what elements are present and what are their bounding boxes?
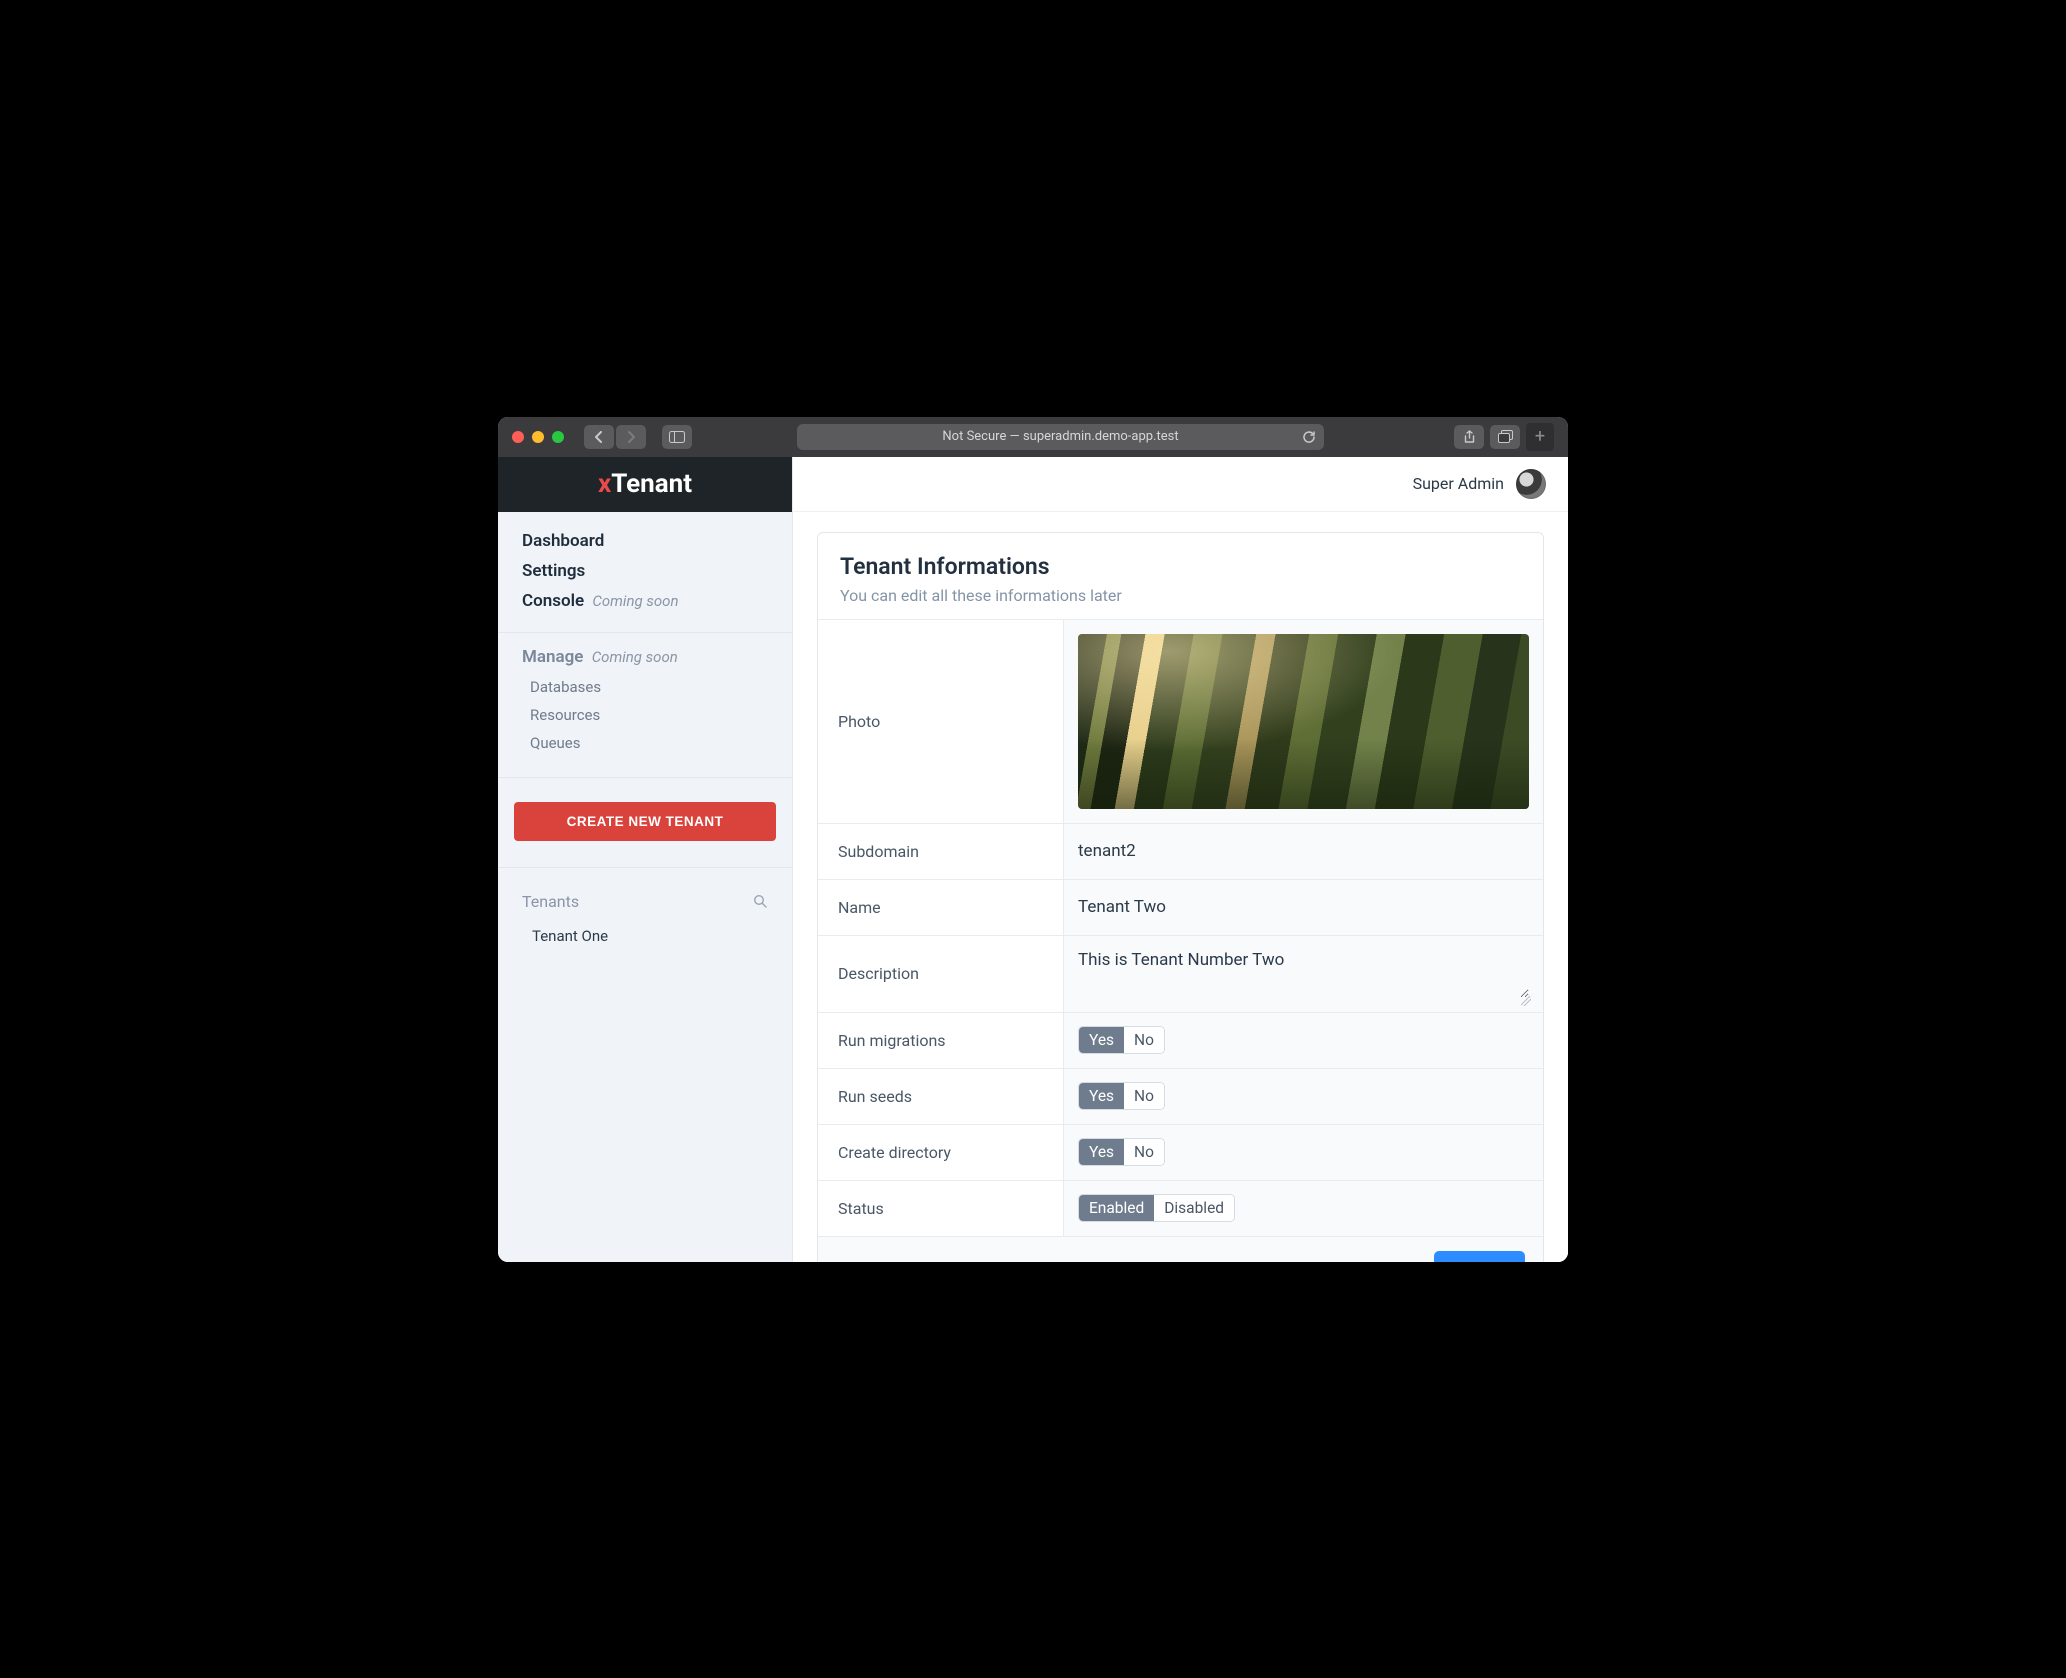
field-create-directory: Create directory Yes No — [818, 1124, 1543, 1180]
label-status: Status — [818, 1181, 1063, 1236]
field-name: Name — [818, 879, 1543, 935]
tenants-list-header: Tenants — [498, 882, 792, 919]
content: Tenant Informations You can edit all the… — [793, 512, 1568, 1262]
tabs-button[interactable] — [1490, 425, 1520, 449]
field-run-seeds: Run seeds Yes No — [818, 1068, 1543, 1124]
toggle-enabled[interactable]: Enabled — [1079, 1195, 1154, 1221]
close-window-button[interactable] — [512, 431, 524, 443]
create-button[interactable]: Create — [1434, 1251, 1525, 1262]
search-icon — [753, 894, 768, 909]
label-description: Description — [818, 936, 1063, 1012]
reload-button[interactable] — [1302, 430, 1316, 444]
toggle-run-seeds: Yes No — [1078, 1082, 1165, 1110]
brand-name: Tenant — [611, 469, 692, 499]
topbar: Super Admin — [793, 457, 1568, 512]
current-user-name[interactable]: Super Admin — [1413, 474, 1504, 493]
field-run-migrations: Run migrations Yes No — [818, 1012, 1543, 1068]
tenants-heading-label: Tenants — [522, 892, 579, 911]
label-run-seeds: Run seeds — [818, 1069, 1063, 1124]
toggle-create-directory: Yes No — [1078, 1138, 1165, 1166]
label-run-migrations: Run migrations — [818, 1013, 1063, 1068]
window-controls — [512, 431, 564, 443]
coming-soon-badge: Coming soon — [592, 648, 678, 666]
nav-resources[interactable]: Resources — [522, 701, 768, 729]
brand-x: x — [598, 469, 611, 499]
nav-manage-label: Manage — [522, 647, 583, 667]
nav-console[interactable]: Console Coming soon — [522, 586, 768, 616]
tenant-form-card: Tenant Informations You can edit all the… — [817, 532, 1544, 1262]
subdomain-input[interactable] — [1078, 841, 1529, 861]
coming-soon-badge: Coming soon — [592, 592, 678, 610]
minimize-window-button[interactable] — [532, 431, 544, 443]
tenants-list: Tenant One — [498, 919, 792, 953]
toggle-no[interactable]: No — [1124, 1027, 1164, 1053]
sidebar-toggle-button[interactable] — [662, 425, 692, 449]
toggle-yes[interactable]: Yes — [1079, 1027, 1124, 1053]
reload-icon — [1302, 430, 1316, 444]
back-button[interactable] — [584, 425, 614, 449]
primary-nav: Dashboard Settings Console Coming soon — [498, 512, 792, 626]
card-header: Tenant Informations You can edit all the… — [818, 533, 1543, 619]
create-new-tenant-button[interactable]: CREATE NEW TENANT — [514, 802, 776, 841]
url-bar[interactable]: Not Secure — superadmin.demo-app.test — [797, 424, 1324, 450]
toggle-run-migrations: Yes No — [1078, 1026, 1165, 1054]
chevron-left-icon — [594, 431, 604, 443]
description-input[interactable] — [1078, 946, 1529, 998]
divider — [498, 867, 792, 868]
share-icon — [1463, 430, 1476, 444]
nav-databases[interactable]: Databases — [522, 673, 768, 701]
avatar[interactable] — [1516, 469, 1546, 499]
label-subdomain: Subdomain — [818, 824, 1063, 879]
tenant-list-item[interactable]: Tenant One — [498, 919, 792, 953]
toggle-no[interactable]: No — [1124, 1083, 1164, 1109]
sidebar-icon — [669, 431, 685, 443]
card-footer: Create — [818, 1236, 1543, 1262]
share-button[interactable] — [1454, 425, 1484, 449]
field-status: Status Enabled Disabled — [818, 1180, 1543, 1236]
main-area: Super Admin Tenant Informations You can … — [793, 457, 1568, 1262]
url-host: superadmin.demo-app.test — [1023, 429, 1179, 444]
chevron-right-icon — [626, 431, 636, 443]
new-tab-button[interactable]: + — [1526, 423, 1554, 451]
browser-window: Not Secure — superadmin.demo-app.test — [498, 417, 1568, 1262]
search-tenants-button[interactable] — [753, 894, 768, 909]
page-subtitle: You can edit all these informations late… — [840, 586, 1521, 605]
nav-settings[interactable]: Settings — [522, 556, 768, 586]
nav-dashboard[interactable]: Dashboard — [522, 526, 768, 556]
tabs-icon — [1498, 430, 1513, 443]
nav-manage-heading: Manage Coming soon — [498, 647, 792, 673]
toggle-status: Enabled Disabled — [1078, 1194, 1235, 1222]
nav-queues[interactable]: Queues — [522, 729, 768, 757]
label-create-directory: Create directory — [818, 1125, 1063, 1180]
toggle-yes[interactable]: Yes — [1079, 1083, 1124, 1109]
field-description: Description — [818, 935, 1543, 1012]
manage-sublinks: Databases Resources Queues — [498, 673, 792, 771]
forward-button[interactable] — [616, 425, 646, 449]
sidebar: xTenant Dashboard Settings Console Comin… — [498, 457, 793, 1262]
security-label: Not Secure — — [942, 429, 1019, 444]
browser-titlebar: Not Secure — superadmin.demo-app.test — [498, 417, 1568, 457]
field-photo: Photo — [818, 619, 1543, 823]
field-subdomain: Subdomain — [818, 823, 1543, 879]
photo-preview — [1078, 634, 1529, 809]
browser-right-actions: + — [1454, 423, 1554, 451]
toggle-yes[interactable]: Yes — [1079, 1139, 1124, 1165]
toggle-no[interactable]: No — [1124, 1139, 1164, 1165]
page-title: Tenant Informations — [840, 553, 1521, 580]
toggle-disabled[interactable]: Disabled — [1154, 1195, 1234, 1221]
label-photo: Photo — [818, 620, 1063, 823]
app-root: xTenant Dashboard Settings Console Comin… — [498, 457, 1568, 1262]
divider — [498, 777, 792, 778]
divider — [498, 632, 792, 633]
name-input[interactable] — [1078, 897, 1529, 917]
browser-nav-buttons — [584, 425, 646, 449]
label-name: Name — [818, 880, 1063, 935]
nav-console-label: Console — [522, 591, 584, 611]
brand-logo[interactable]: xTenant — [498, 457, 792, 512]
zoom-window-button[interactable] — [552, 431, 564, 443]
photo-upload-area[interactable] — [1063, 620, 1543, 823]
